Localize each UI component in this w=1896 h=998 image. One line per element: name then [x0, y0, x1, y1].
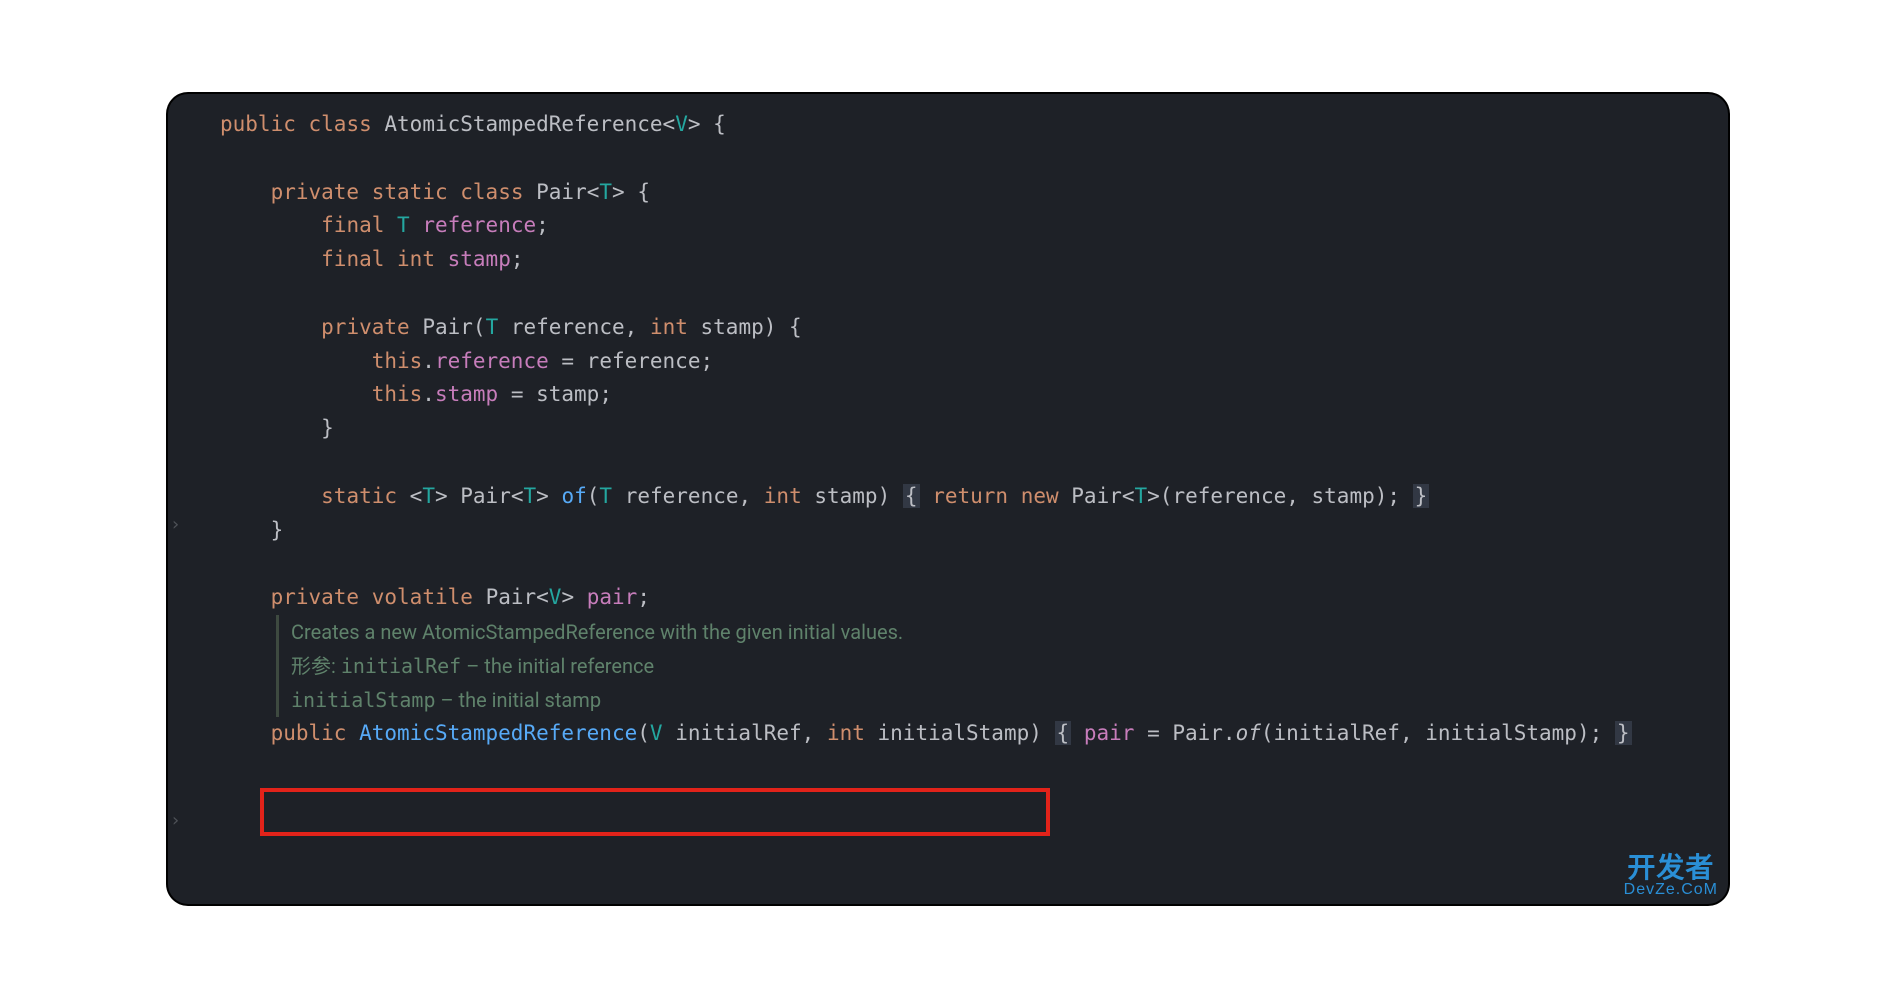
watermark-url: DevZe.CoM [1624, 882, 1718, 898]
fold-gutter-mark[interactable]: › [170, 514, 181, 535]
source-code-ctor[interactable]: public AtomicStampedReference(V initialR… [168, 717, 1728, 751]
javadoc-param-2: initialStamp – the initial stamp [291, 683, 1728, 717]
javadoc-rendered: Creates a new AtomicStampedReference wit… [276, 615, 1728, 717]
watermark-title: 开发者 [1624, 854, 1718, 882]
annotation-highlight-box [260, 788, 1050, 836]
watermark: 开发者 DevZe.CoM [1624, 854, 1718, 898]
javadoc-summary: Creates a new AtomicStampedReference wit… [291, 615, 1728, 649]
javadoc-param-1: 形参: initialRef – the initial reference [291, 649, 1728, 683]
code-editor-window: › › public class AtomicStampedReference<… [168, 94, 1728, 904]
fold-gutter-mark[interactable]: › [170, 810, 181, 831]
source-code[interactable]: public class AtomicStampedReference<V> {… [168, 108, 1728, 615]
